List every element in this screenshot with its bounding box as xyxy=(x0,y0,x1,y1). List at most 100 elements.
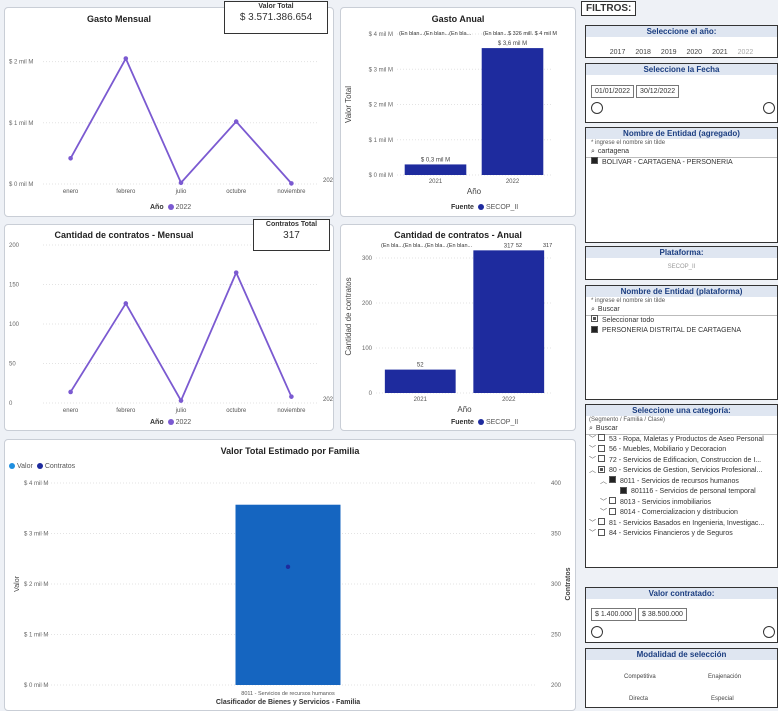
year-tag: 2022 xyxy=(323,178,334,184)
year-option[interactable]: 2020 xyxy=(687,49,703,56)
checkbox[interactable] xyxy=(609,507,616,515)
category-tree-item[interactable]: ︿ 8011 - Servicios de recursos humanos xyxy=(589,476,774,488)
series-line xyxy=(69,270,293,403)
y-tick-label: $ 4 mil M xyxy=(369,32,393,38)
chevron-up-icon[interactable]: ︿ xyxy=(589,466,598,477)
modality-option[interactable]: Especial xyxy=(711,696,734,702)
checkbox[interactable] xyxy=(598,444,605,452)
top-label: 52 xyxy=(516,243,522,249)
value-slider-max-handle[interactable] xyxy=(763,626,775,638)
category-tree-item[interactable]: ﹀ 8014 - Comercializacion y distribucion xyxy=(589,507,774,519)
filter-subtitle: (Segmento / Familia / Clase) xyxy=(589,417,666,423)
data-point xyxy=(68,389,73,395)
category-label: 72 - Servicios de Edificacion, Construcc… xyxy=(609,456,762,464)
year-option[interactable]: 2018 xyxy=(635,49,651,56)
date-filter: Seleccione la Fecha 01/01/2022 30/12/2022 xyxy=(585,63,778,123)
contratos-total-kpi: Contratos Total 317 xyxy=(253,219,330,251)
chevron-down-icon[interactable]: ﹀ xyxy=(589,529,598,540)
year-options: 2017 2018 2019 2020 2021 2022 xyxy=(586,41,777,57)
category-tree-item[interactable]: ﹀ 56 - Muebles, Mobiliario y Decoracion xyxy=(589,444,774,456)
checkbox[interactable] xyxy=(620,486,627,494)
data-point xyxy=(289,181,294,186)
value-slider-min-handle[interactable] xyxy=(591,626,603,638)
category-tree-item[interactable]: ︿ 80 - Servicios de Gestion, Servicios Pr… xyxy=(589,465,774,477)
x-axis-title: Clasificador de Bienes y Servicios - Fam… xyxy=(216,699,360,706)
year-option[interactable]: 2017 xyxy=(610,49,626,56)
category-label: 53 - Ropa, Maletas y Productos de Aseo P… xyxy=(609,435,764,443)
modality-option[interactable]: Directa xyxy=(629,696,648,702)
bar xyxy=(481,48,544,175)
category-tree-item[interactable]: ﹀ 72 - Servicios de Edificacion, Construc… xyxy=(589,455,774,467)
checkbox[interactable] xyxy=(609,476,616,484)
kpi-label: Contratos Total xyxy=(265,221,318,228)
y-axis-title: Valor Total xyxy=(344,86,353,123)
filter-title: Modalidad de selección xyxy=(586,649,777,660)
min-value-input[interactable]: $ 1.400.000 xyxy=(591,608,636,621)
bar xyxy=(235,504,341,685)
platform-filter: Plataforma: SECOP_II xyxy=(585,246,778,280)
category-tree-item[interactable]: ﹀ 53 - Ropa, Maletas y Productos de Aseo … xyxy=(589,434,774,446)
entity-platform-search-input[interactable]: ⌕ Buscar xyxy=(586,305,777,316)
entity-search-input[interactable]: ⌕ cartagena xyxy=(586,147,777,158)
chevron-down-icon[interactable]: ﹀ xyxy=(589,519,598,530)
data-point xyxy=(233,270,239,275)
chevron-down-icon[interactable]: ﹀ xyxy=(589,435,598,446)
bar xyxy=(384,369,456,393)
legend-title: Fuente xyxy=(451,204,474,211)
category-tree-item[interactable]: ﹀ 84 - Servicios Financieros y de Seguros xyxy=(589,528,774,540)
checkbox[interactable] xyxy=(598,455,605,463)
year-filter: Seleccione el año: 2017 2018 2019 2020 2021 2… xyxy=(585,25,778,58)
checkbox[interactable] xyxy=(609,497,616,505)
start-date-input[interactable]: 01/01/2022 xyxy=(591,85,635,98)
chevron-down-icon[interactable]: ﹀ xyxy=(600,508,609,519)
modality-option[interactable]: Competitiva xyxy=(624,674,656,680)
checkbox-checked[interactable] xyxy=(591,157,598,165)
entity-option[interactable]: BOLIVAR - CARTAGENA - PERSONERIA xyxy=(586,157,777,169)
chart-legend: Fuente SECOP_II xyxy=(451,204,518,211)
chevron-down-icon[interactable]: ﹀ xyxy=(589,445,598,456)
data-point xyxy=(178,180,184,186)
data-point xyxy=(123,301,129,306)
max-value-input[interactable]: $ 38.500.000 xyxy=(637,608,687,621)
filter-title: Valor contratado: xyxy=(586,588,777,599)
category-tree-item[interactable]: ﹀ 81 - Servicios Basados en Ingenieria, I… xyxy=(589,518,774,530)
year-option[interactable]: 2021 xyxy=(712,49,728,56)
legend-title: Fuente xyxy=(451,419,474,426)
date-slider-end-handle[interactable] xyxy=(763,102,775,114)
modality-option[interactable]: Enajenación xyxy=(708,674,741,680)
bar xyxy=(404,164,467,175)
data-point xyxy=(68,155,73,161)
platform-value[interactable]: SECOP_II xyxy=(586,264,777,270)
checkbox[interactable] xyxy=(598,518,605,526)
x-tick-label: octubre xyxy=(226,189,247,195)
y-tick-label: 200 xyxy=(9,243,20,249)
x-tick-label: noviembre xyxy=(277,408,306,414)
date-slider-start-handle[interactable] xyxy=(591,102,603,114)
y-tick-label: 0 xyxy=(9,401,13,407)
category-search-input[interactable]: ⌕ Buscar xyxy=(586,424,777,435)
checkbox-partial[interactable] xyxy=(591,315,598,323)
category-label: 84 - Servicios Financieros y de Seguros xyxy=(609,530,733,537)
year-option[interactable]: 2022 xyxy=(738,49,754,56)
select-all-option[interactable]: Seleccionar todo xyxy=(586,315,777,327)
y-right-axis-title: Contratos xyxy=(565,567,572,600)
gasto-anual-card: Gasto Anual $ 0 mil M $ 1 mil M $ 2 mil M $… xyxy=(340,7,576,217)
checkbox[interactable] xyxy=(598,465,605,473)
y-left-tick-label: $ 2 mil M xyxy=(24,582,48,588)
option-label: Seleccionar todo xyxy=(602,316,655,324)
checkbox-checked[interactable] xyxy=(591,325,598,333)
end-date-input[interactable]: 30/12/2022 xyxy=(636,85,680,98)
x-tick-label: enero xyxy=(63,189,79,195)
data-point xyxy=(123,56,129,61)
chevron-up-icon[interactable]: ︿ xyxy=(600,477,609,488)
category-tree-item[interactable]: ﹀ 8013 - Servicios inmobiliarios xyxy=(589,497,774,509)
y-tick-label: $ 1 mil M xyxy=(369,138,393,144)
checkbox[interactable] xyxy=(598,528,605,536)
chevron-down-icon[interactable]: ﹀ xyxy=(600,498,609,509)
category-tree-item[interactable]: 801116 - Servicios de personal temporal xyxy=(589,486,774,498)
year-option[interactable]: 2019 xyxy=(661,49,677,56)
chevron-down-icon[interactable]: ﹀ xyxy=(589,456,598,467)
checkbox[interactable] xyxy=(598,434,605,442)
entity-platform-option[interactable]: PERSONERIA DISTRITAL DE CARTAGENA xyxy=(586,325,777,337)
filters-tag: FILTROS: xyxy=(581,1,637,16)
